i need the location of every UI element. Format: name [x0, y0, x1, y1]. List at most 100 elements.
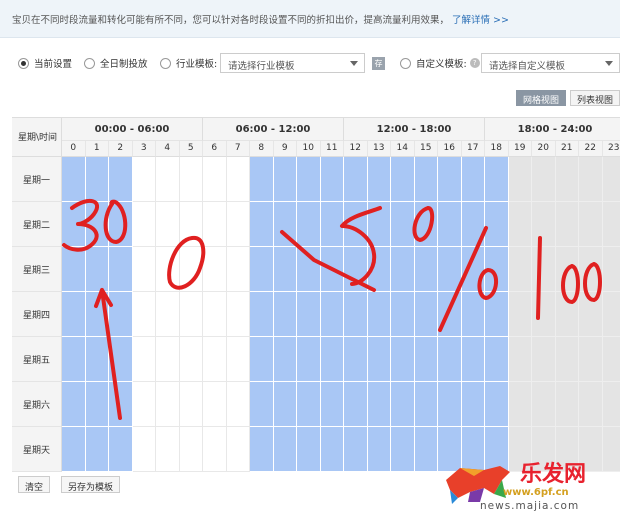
- hour-header[interactable]: 12: [344, 141, 368, 157]
- schedule-cell[interactable]: [273, 202, 297, 247]
- schedule-cell[interactable]: [85, 157, 109, 202]
- schedule-cell[interactable]: [320, 382, 344, 427]
- day-row-header[interactable]: 星期五: [12, 337, 62, 382]
- hour-header[interactable]: 4: [156, 141, 180, 157]
- schedule-cell[interactable]: [156, 157, 180, 202]
- schedule-cell[interactable]: [250, 427, 274, 472]
- schedule-cell[interactable]: [203, 292, 227, 337]
- schedule-cell[interactable]: [579, 247, 603, 292]
- save-as-template-button[interactable]: 另存为模板: [61, 476, 121, 493]
- hour-header[interactable]: 15: [414, 141, 438, 157]
- schedule-cell[interactable]: [132, 247, 156, 292]
- schedule-cell[interactable]: [156, 292, 180, 337]
- schedule-cell[interactable]: [414, 382, 438, 427]
- schedule-cell[interactable]: [344, 382, 368, 427]
- schedule-cell[interactable]: [132, 292, 156, 337]
- schedule-cell[interactable]: [62, 157, 86, 202]
- schedule-cell[interactable]: [532, 382, 556, 427]
- schedule-cell[interactable]: [391, 427, 415, 472]
- radio-icon[interactable]: [400, 57, 411, 69]
- schedule-cell[interactable]: [132, 427, 156, 472]
- schedule-cell[interactable]: [485, 337, 509, 382]
- schedule-cell[interactable]: [273, 427, 297, 472]
- schedule-cell[interactable]: [438, 382, 462, 427]
- schedule-cell[interactable]: [367, 247, 391, 292]
- radio-industry-template[interactable]: 行业模板:: [160, 56, 217, 70]
- hour-header[interactable]: 13: [367, 141, 391, 157]
- schedule-cell[interactable]: [297, 202, 321, 247]
- tab-list-view[interactable]: 列表视图: [569, 90, 620, 106]
- schedule-cell[interactable]: [320, 292, 344, 337]
- schedule-cell[interactable]: [391, 382, 415, 427]
- schedule-cell[interactable]: [320, 202, 344, 247]
- schedule-cell[interactable]: [555, 157, 579, 202]
- schedule-cell[interactable]: [62, 292, 86, 337]
- schedule-cell[interactable]: [156, 382, 180, 427]
- schedule-cell[interactable]: [555, 202, 579, 247]
- hour-header[interactable]: 23: [602, 141, 620, 157]
- schedule-cell[interactable]: [367, 202, 391, 247]
- schedule-cell[interactable]: [367, 382, 391, 427]
- schedule-cell[interactable]: [156, 337, 180, 382]
- hour-header[interactable]: 6: [203, 141, 227, 157]
- schedule-cell[interactable]: [320, 427, 344, 472]
- schedule-cell[interactable]: [438, 157, 462, 202]
- hour-header[interactable]: 21: [555, 141, 579, 157]
- schedule-cell[interactable]: [367, 292, 391, 337]
- schedule-cell[interactable]: [297, 382, 321, 427]
- schedule-cell[interactable]: [109, 247, 133, 292]
- schedule-cell[interactable]: [579, 157, 603, 202]
- schedule-cell[interactable]: [602, 202, 620, 247]
- schedule-cell[interactable]: [109, 157, 133, 202]
- hour-header[interactable]: 8: [250, 141, 274, 157]
- hour-header[interactable]: 10: [297, 141, 321, 157]
- time-period-header[interactable]: 06:00 - 12:00: [203, 118, 344, 141]
- schedule-cell[interactable]: [438, 337, 462, 382]
- schedule-cell[interactable]: [109, 202, 133, 247]
- day-row-header[interactable]: 星期三: [12, 247, 62, 292]
- schedule-cell[interactable]: [461, 202, 485, 247]
- schedule-cell[interactable]: [391, 247, 415, 292]
- schedule-cell[interactable]: [344, 202, 368, 247]
- schedule-cell[interactable]: [226, 157, 250, 202]
- schedule-cell[interactable]: [602, 292, 620, 337]
- schedule-cell[interactable]: [203, 157, 227, 202]
- schedule-cell[interactable]: [391, 292, 415, 337]
- schedule-cell[interactable]: [109, 292, 133, 337]
- schedule-cell[interactable]: [602, 337, 620, 382]
- time-period-header[interactable]: 00:00 - 06:00: [62, 118, 203, 141]
- clear-button[interactable]: 清空: [18, 476, 51, 493]
- hour-header[interactable]: 18: [485, 141, 509, 157]
- hour-header[interactable]: 20: [532, 141, 556, 157]
- schedule-cell[interactable]: [62, 337, 86, 382]
- learn-more-link[interactable]: 了解详情 >>: [452, 15, 509, 26]
- day-row-header[interactable]: 星期四: [12, 292, 62, 337]
- day-row-header[interactable]: 星期六: [12, 382, 62, 427]
- time-period-header[interactable]: 18:00 - 24:00: [485, 118, 620, 141]
- schedule-cell[interactable]: [344, 427, 368, 472]
- schedule-cell[interactable]: [508, 382, 532, 427]
- schedule-cell[interactable]: [226, 247, 250, 292]
- schedule-cell[interactable]: [226, 382, 250, 427]
- hour-header[interactable]: 5: [179, 141, 203, 157]
- radio-icon[interactable]: [84, 57, 95, 69]
- schedule-cell[interactable]: [179, 382, 203, 427]
- time-period-header[interactable]: 12:00 - 18:00: [344, 118, 485, 141]
- schedule-cell[interactable]: [508, 247, 532, 292]
- day-row-header[interactable]: 星期二: [12, 202, 62, 247]
- schedule-cell[interactable]: [320, 157, 344, 202]
- schedule-cell[interactable]: [414, 157, 438, 202]
- schedule-cell[interactable]: [320, 337, 344, 382]
- schedule-cell[interactable]: [555, 247, 579, 292]
- schedule-cell[interactable]: [250, 247, 274, 292]
- help-icon[interactable]: ?: [469, 58, 480, 68]
- schedule-cell[interactable]: [508, 157, 532, 202]
- schedule-cell[interactable]: [250, 382, 274, 427]
- schedule-cell[interactable]: [109, 382, 133, 427]
- schedule-cell[interactable]: [250, 292, 274, 337]
- hour-header[interactable]: 11: [320, 141, 344, 157]
- schedule-cell[interactable]: [414, 292, 438, 337]
- schedule-cell[interactable]: [532, 157, 556, 202]
- schedule-cell[interactable]: [602, 382, 620, 427]
- radio-current-setting[interactable]: 当前设置: [18, 56, 72, 70]
